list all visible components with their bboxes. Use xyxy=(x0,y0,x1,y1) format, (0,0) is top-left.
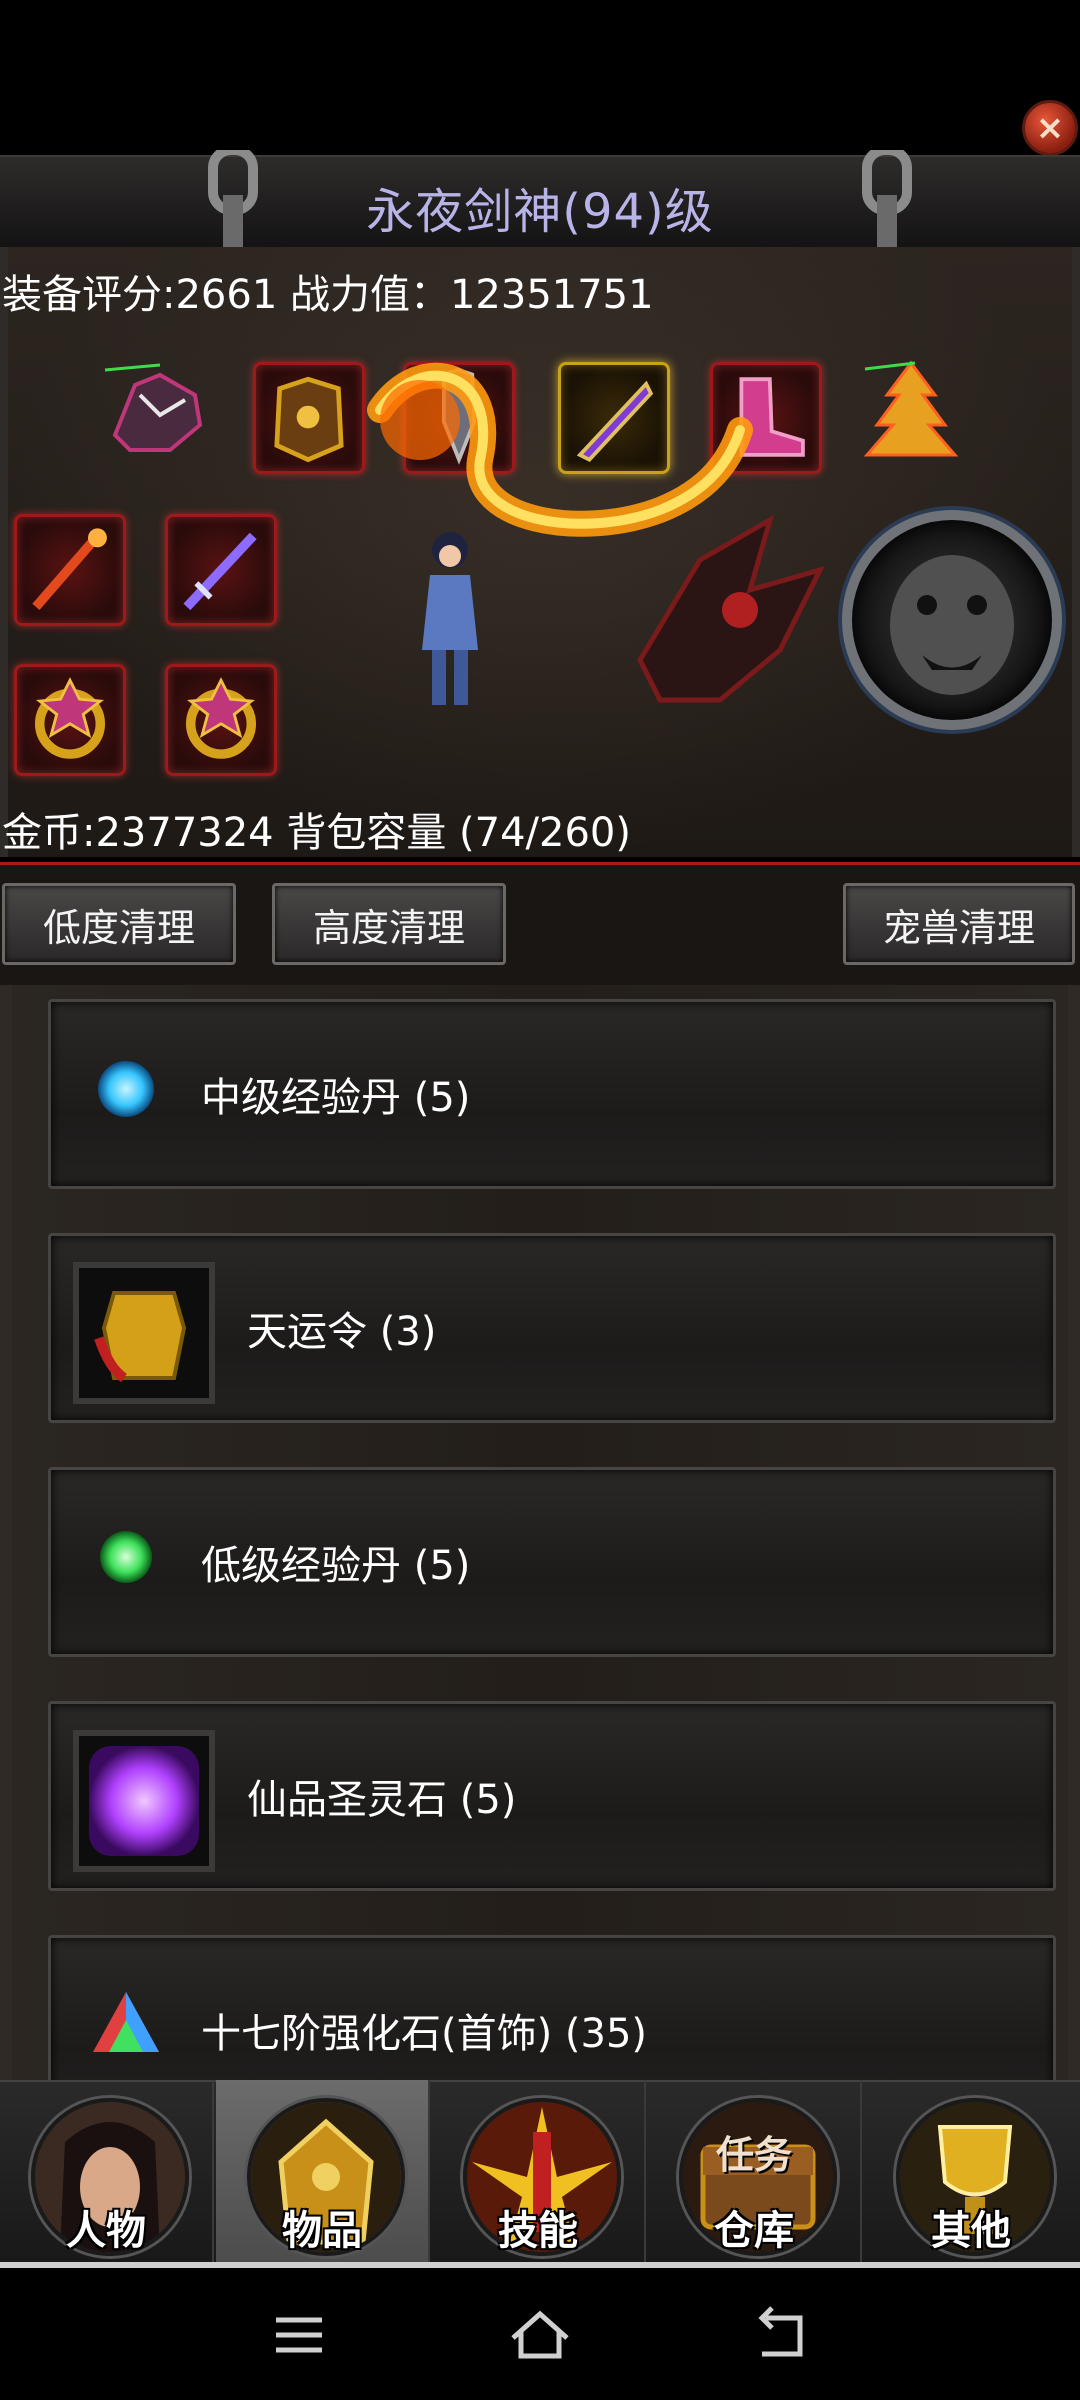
tab-label: 人物 xyxy=(66,2208,146,2254)
ring-icon xyxy=(185,677,257,759)
tab-label: 物品 xyxy=(282,2208,362,2254)
tab-label: 技能 xyxy=(498,2208,578,2254)
equip-slot-ring-1[interactable] xyxy=(14,664,126,776)
tab-items[interactable]: 物品 xyxy=(216,2080,430,2268)
tab-other[interactable]: 其他 xyxy=(864,2080,1078,2268)
close-icon: × xyxy=(1035,108,1065,148)
blue-pill-icon xyxy=(98,1061,154,1117)
dragon-icon xyxy=(637,514,825,703)
item-label: 中级经验丹 (5) xyxy=(201,1075,471,1121)
list-item[interactable]: 低级经验丹 (5) xyxy=(48,1467,1056,1657)
gold-capacity-text: 金币:2377324 背包容量 (74/260) xyxy=(2,810,631,856)
item-label: 仙品圣灵石 (5) xyxy=(247,1777,517,1823)
item-icon-frame xyxy=(73,1730,215,1872)
pet-cleanup-button[interactable]: 宠兽清理 xyxy=(843,883,1075,965)
score-text: 装备评分:2661 战力值：12351751 xyxy=(2,272,654,318)
page-title: 永夜剑神(94)级 xyxy=(366,184,714,240)
purple-stone-icon xyxy=(89,1746,199,1856)
back-button[interactable] xyxy=(746,2300,816,2370)
green-pill-icon xyxy=(100,1531,152,1583)
equip-slot-ring-2[interactable] xyxy=(165,664,277,776)
tab-label: 其他 xyxy=(931,2208,1011,2254)
item-list[interactable]: 中级经验丹 (5) 天运令 (3) 低级经验丹 (5) 仙品圣灵石 (5) 十七… xyxy=(0,985,1080,2080)
pet-slot[interactable] xyxy=(842,510,1062,730)
tiger-icon xyxy=(890,555,1014,695)
tab-character[interactable]: 人物 xyxy=(0,2080,214,2268)
high-cleanup-button[interactable]: 高度清理 xyxy=(272,883,506,965)
equip-slot-armor[interactable] xyxy=(253,362,365,474)
item-label: 低级经验丹 (5) xyxy=(201,1543,471,1589)
equip-slot-helmet[interactable] xyxy=(100,355,212,467)
equip-slot-sword[interactable] xyxy=(165,514,277,626)
armor-icon xyxy=(274,376,344,463)
menu-icon xyxy=(276,2317,322,2353)
sword-icon xyxy=(183,532,257,611)
home-button[interactable] xyxy=(505,2300,575,2370)
close-button[interactable]: × xyxy=(1022,100,1078,156)
list-item[interactable]: 仙品圣灵石 (5) xyxy=(48,1701,1056,1891)
hero-icon xyxy=(422,532,478,705)
list-item[interactable]: 十七阶强化石(首饰) (35) xyxy=(48,1935,1056,2080)
helmet-icon xyxy=(104,363,203,452)
tab-storage[interactable]: 任务 仓库 xyxy=(648,2080,862,2268)
rainbow-gem-icon xyxy=(93,1992,159,2052)
list-item[interactable]: 中级经验丹 (5) xyxy=(48,999,1056,1189)
back-icon xyxy=(758,2306,803,2357)
token-icon xyxy=(94,1291,187,1383)
list-item[interactable]: 天运令 (3) xyxy=(48,1233,1056,1423)
item-icon-frame xyxy=(73,1262,215,1404)
equip-slot-pagoda[interactable] xyxy=(855,355,967,467)
menu-button[interactable] xyxy=(264,2300,334,2370)
pagoda-icon xyxy=(863,360,959,457)
item-label: 十七阶强化石(首饰) (35) xyxy=(201,2011,648,2057)
home-icon xyxy=(511,2310,569,2359)
staff-icon xyxy=(32,528,107,611)
item-label: 天运令 (3) xyxy=(247,1309,437,1355)
equip-slot-staff[interactable] xyxy=(14,514,126,626)
tab-label: 仓库 xyxy=(714,2208,794,2254)
low-cleanup-button[interactable]: 低度清理 xyxy=(2,883,236,965)
ring-icon xyxy=(34,677,106,759)
tab-skills[interactable]: 技能 xyxy=(432,2080,646,2268)
storage-icon-text: 任务 xyxy=(715,2133,792,2177)
